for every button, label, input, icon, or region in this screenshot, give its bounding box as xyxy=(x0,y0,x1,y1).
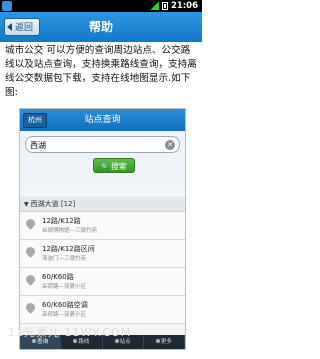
route-name: 12路/K12路 xyxy=(42,217,81,225)
result-list: 12路/K12路 丝绸博物馆—三墩竹苑 12路/K12路区间 清波门—三墩竹苑 … xyxy=(20,212,185,324)
map-pin-icon xyxy=(24,301,37,314)
more-icon xyxy=(155,339,160,343)
expand-arrow-icon: ▼ xyxy=(24,201,29,208)
route-stops: 丝绸博物馆—三墩竹苑 xyxy=(42,228,98,234)
search-icon: 🔍 xyxy=(101,163,110,171)
city-button: 杭州 xyxy=(23,113,47,128)
app-notification-icon xyxy=(2,1,12,11)
watermark: 11元素儿 11WY.COM xyxy=(8,326,132,339)
title-bar: 帮助 返回 xyxy=(0,12,202,42)
tab-more: 更多 xyxy=(144,335,185,349)
route-stops: 采荷路—双菱小区 xyxy=(42,312,87,318)
help-description: 城市公交 可以方便的查询周边站点、公交路线以及站点查询，支持换乘路线查询，支持离… xyxy=(5,45,197,98)
embedded-screenshot: 站点查询 杭州 西湖 ✕ 🔍搜索 ▼ 西湖大道 [12] 12路/K12路 丝绸博… xyxy=(19,108,186,350)
map-pin-icon xyxy=(24,217,37,230)
status-bar: 21:06 xyxy=(0,0,202,12)
search-input-value: 西湖 xyxy=(30,141,46,150)
map-pin-icon xyxy=(24,273,37,286)
clock: 21:06 xyxy=(170,1,198,11)
list-item: 60/K60路空调 采荷路—双菱小区 xyxy=(20,296,185,324)
map-pin-icon xyxy=(24,245,37,258)
group-label: 西湖大道 [12] xyxy=(30,200,76,208)
tab-label: 更多 xyxy=(160,339,172,345)
route-stops: 清波门—三墩竹苑 xyxy=(42,256,87,262)
search-button-label: 搜索 xyxy=(110,162,127,171)
route-stops: 采荷路—双菱小区 xyxy=(42,284,87,290)
list-item: 60/K60路 采荷路—双菱小区 xyxy=(20,268,185,296)
route-name: 12路/K12路区间 xyxy=(42,245,95,253)
route-name: 60/K60路空调 xyxy=(42,301,88,309)
list-item: 12路/K12路区间 清波门—三墩竹苑 xyxy=(20,240,185,268)
search-input: 西湖 ✕ xyxy=(25,136,180,153)
embedded-title-bar: 站点查询 杭州 xyxy=(20,109,185,131)
list-item: 12路/K12路 丝绸博物馆—三墩竹苑 xyxy=(20,212,185,240)
search-button: 🔍搜索 xyxy=(93,158,135,173)
group-header: ▼ 西湖大道 [12] xyxy=(20,197,185,212)
signal-icon xyxy=(149,2,159,10)
clear-icon: ✕ xyxy=(165,140,175,150)
search-area: 西湖 ✕ 🔍搜索 xyxy=(20,131,185,187)
route-name: 60/K60路 xyxy=(42,273,74,281)
back-button[interactable]: 返回 xyxy=(4,18,41,36)
battery-icon xyxy=(161,2,168,10)
